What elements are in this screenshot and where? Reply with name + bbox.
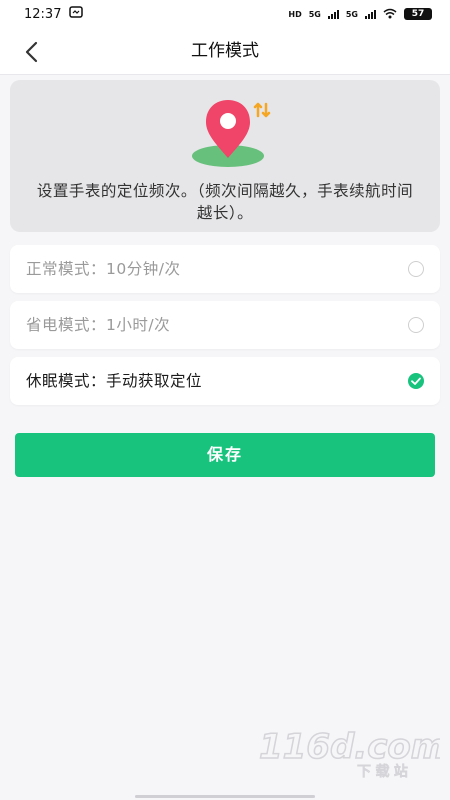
signal-icon-2 — [365, 9, 376, 19]
page-title: 工作模式 — [191, 41, 259, 61]
svg-text:下 载 站: 下 载 站 — [357, 764, 408, 780]
radio-icon — [408, 317, 424, 333]
intro-card: 设置手表的定位频次。（频次间隔越久，手表续航时间越长）。 — [10, 80, 440, 232]
mode-option-power-saving[interactable]: 省电模式：1小时/次 — [10, 301, 440, 349]
5g-indicator-2: 5G — [345, 9, 358, 19]
mode-option-sleep[interactable]: 休眠模式：手动获取定位 — [10, 357, 440, 405]
mode-option-normal[interactable]: 正常模式：10分钟/次 — [10, 245, 440, 293]
battery-icon: 57 — [404, 8, 432, 20]
mode-label: 正常模式：10分钟/次 — [26, 260, 181, 278]
status-bar: 12:37 HD 5G 5G 57 — [0, 0, 450, 28]
intro-description: 设置手表的定位频次。（频次间隔越久，手表续航时间越长）。 — [36, 182, 414, 222]
status-time: 12:37 — [24, 6, 62, 22]
notification-icon — [69, 6, 84, 22]
mode-label: 休眠模式：手动获取定位 — [26, 372, 203, 390]
signal-icon-1 — [327, 9, 339, 19]
watermark-logo: 116d.com 下 载 站 — [258, 726, 440, 780]
svg-text:116d.com: 116d.com — [259, 727, 440, 767]
radio-icon — [408, 261, 424, 277]
home-indicator[interactable] — [135, 795, 315, 798]
check-icon — [408, 373, 424, 389]
5g-indicator-1: 5G — [308, 9, 321, 19]
mode-label: 省电模式：1小时/次 — [26, 316, 171, 334]
battery-level: 57 — [411, 9, 425, 19]
navigation-bar: 工作模式 — [0, 28, 450, 75]
save-button[interactable]: 保存 — [15, 433, 435, 477]
hd-indicator: HD — [288, 9, 302, 19]
wifi-icon — [383, 8, 397, 21]
location-pin-icon — [192, 100, 271, 167]
